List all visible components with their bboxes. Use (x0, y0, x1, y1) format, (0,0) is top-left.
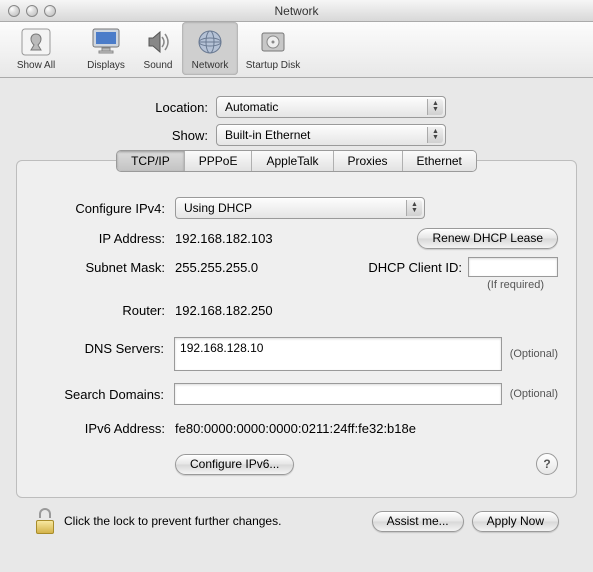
titlebar: Network (0, 0, 593, 22)
toolbar-startup-disk[interactable]: Startup Disk (240, 22, 306, 75)
tab-ethernet[interactable]: Ethernet (403, 151, 476, 171)
lock-text: Click the lock to prevent further change… (64, 514, 281, 528)
dns-servers-input[interactable] (174, 337, 502, 371)
subnet-label: Subnet Mask: (35, 257, 175, 275)
startup-disk-icon (257, 26, 289, 58)
toolbar-label: Displays (87, 60, 125, 71)
search-domains-label: Search Domains: (35, 387, 174, 402)
sound-icon (142, 26, 174, 58)
configure-ipv4-value: Using DHCP (184, 201, 252, 215)
toolbar-label: Show All (17, 60, 55, 71)
location-popup[interactable]: Automatic ▲▼ (216, 96, 446, 118)
dhcp-client-id-input[interactable] (468, 257, 558, 277)
window-controls (0, 5, 56, 17)
router-value: 192.168.182.250 (175, 303, 273, 318)
help-button[interactable]: ? (536, 453, 558, 475)
show-all-icon (20, 26, 52, 58)
toolbar-show-all[interactable]: Show All (8, 22, 64, 75)
search-optional: (Optional) (510, 388, 558, 400)
toolbar-sound[interactable]: Sound (136, 22, 180, 75)
toolbar: Show All Displays Sound (0, 22, 593, 78)
tab-tcpip[interactable]: TCP/IP (117, 151, 185, 171)
router-label: Router: (35, 303, 175, 318)
configure-ipv4-label: Configure IPv4: (35, 201, 175, 216)
show-value: Built-in Ethernet (225, 128, 310, 142)
configure-ipv4-popup[interactable]: Using DHCP ▲▼ (175, 197, 425, 219)
tab-pppoe[interactable]: PPPoE (185, 151, 253, 171)
network-icon (194, 26, 226, 58)
configure-ipv6-button[interactable]: Configure IPv6... (175, 454, 294, 475)
show-popup[interactable]: Built-in Ethernet ▲▼ (216, 124, 446, 146)
dns-label: DNS Servers: (35, 337, 174, 356)
dhcp-hint: (If required) (487, 279, 544, 291)
chevron-updown-icon: ▲▼ (427, 127, 443, 143)
toolbar-displays[interactable]: Displays (78, 22, 134, 75)
show-label: Show: (16, 128, 216, 143)
lock-icon[interactable] (34, 508, 56, 534)
chevron-updown-icon: ▲▼ (427, 99, 443, 115)
ip-address-value: 192.168.182.103 (175, 231, 273, 246)
ip-address-label: IP Address: (35, 231, 175, 246)
close-icon[interactable] (8, 5, 20, 17)
tab-appletalk[interactable]: AppleTalk (252, 151, 333, 171)
toolbar-network[interactable]: Network (182, 22, 238, 75)
toolbar-label: Startup Disk (246, 60, 300, 71)
tab-proxies[interactable]: Proxies (334, 151, 403, 171)
chevron-updown-icon: ▲▼ (406, 200, 422, 216)
renew-dhcp-button[interactable]: Renew DHCP Lease (417, 228, 558, 249)
location-value: Automatic (225, 100, 278, 114)
dns-optional: (Optional) (510, 348, 558, 360)
assist-me-button[interactable]: Assist me... (372, 511, 464, 532)
toolbar-label: Network (192, 60, 229, 71)
ipv6-address-value: fe80:0000:0000:0000:0211:24ff:fe32:b18e (175, 421, 416, 436)
minimize-icon[interactable] (26, 5, 38, 17)
footer: Click the lock to prevent further change… (16, 498, 577, 544)
zoom-icon[interactable] (44, 5, 56, 17)
settings-panel: TCP/IP PPPoE AppleTalk Proxies Ethernet … (16, 160, 577, 498)
tab-row: TCP/IP PPPoE AppleTalk Proxies Ethernet (116, 150, 477, 172)
toolbar-label: Sound (144, 60, 173, 71)
subnet-value: 255.255.255.0 (175, 257, 258, 275)
window-title: Network (0, 4, 593, 18)
apply-now-button[interactable]: Apply Now (472, 511, 559, 532)
search-domains-input[interactable] (174, 383, 502, 405)
display-icon (90, 26, 122, 58)
dhcp-client-id-label: DHCP Client ID: (368, 260, 462, 275)
location-label: Location: (16, 100, 216, 115)
ipv6-address-label: IPv6 Address: (35, 421, 175, 436)
content: Location: Automatic ▲▼ Show: Built-in Et… (0, 78, 593, 552)
